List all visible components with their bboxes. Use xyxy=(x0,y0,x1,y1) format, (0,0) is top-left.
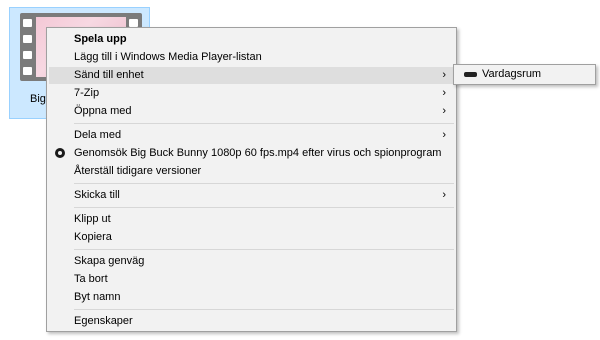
menu-item-create-shortcut[interactable]: Skapa genväg xyxy=(49,253,454,270)
menu-item-delete[interactable]: Ta bort xyxy=(49,271,454,288)
chevron-right-icon: › xyxy=(442,189,446,201)
menu-item-label: Genomsök Big Buck Bunny 1080p 60 fps.mp4… xyxy=(74,147,442,159)
menu-item-label: Byt namn xyxy=(74,291,121,303)
menu-item-properties[interactable]: Egenskaper xyxy=(49,313,454,330)
menu-separator xyxy=(74,207,454,208)
menu-item-label: Dela med xyxy=(74,129,122,141)
menu-item-rename[interactable]: Byt namn xyxy=(49,289,454,306)
menu-item-label: Kopiera xyxy=(74,231,112,243)
menu-separator xyxy=(74,249,454,250)
menu-item-share-with[interactable]: Dela med › xyxy=(49,127,454,144)
submenu-item-device[interactable]: Vardagsrum xyxy=(456,66,593,83)
menu-item-label: Öppna med xyxy=(74,105,132,117)
menu-item-label: 7-Zip xyxy=(74,87,100,99)
menu-item-play[interactable]: Spela upp xyxy=(49,31,454,48)
context-menu: Spela upp Lägg till i Windows Media Play… xyxy=(46,27,457,332)
menu-separator xyxy=(74,123,454,124)
cast-device-submenu: Vardagsrum xyxy=(453,64,596,85)
menu-item-label: Återställ tidigare versioner xyxy=(74,165,202,177)
menu-item-cast-to-device[interactable]: Sänd till enhet › xyxy=(49,67,454,84)
chevron-right-icon: › xyxy=(442,105,446,117)
menu-item-restore-versions[interactable]: Återställ tidigare versioner xyxy=(49,163,454,180)
menu-item-add-to-wmp-list[interactable]: Lägg till i Windows Media Player-listan xyxy=(49,49,454,66)
menu-item-label: Klipp ut xyxy=(74,213,111,225)
menu-item-scan-virus[interactable]: Genomsök Big Buck Bunny 1080p 60 fps.mp4… xyxy=(49,145,454,162)
menu-separator xyxy=(74,183,454,184)
chevron-right-icon: › xyxy=(442,87,446,99)
file-name-label: Big xyxy=(30,93,46,105)
menu-item-label: Skapa genväg xyxy=(74,255,145,267)
menu-item-7zip[interactable]: 7-Zip › xyxy=(49,85,454,102)
menu-item-label: Spela upp xyxy=(74,33,127,45)
menu-item-label: Sänd till enhet xyxy=(74,69,144,81)
menu-item-label: Lägg till i Windows Media Player-listan xyxy=(74,51,262,63)
menu-item-label: Skicka till xyxy=(74,189,120,201)
device-icon xyxy=(464,72,477,77)
menu-item-label: Ta bort xyxy=(74,273,108,285)
chevron-right-icon: › xyxy=(442,129,446,141)
submenu-item-label: Vardagsrum xyxy=(482,68,542,80)
menu-item-cut[interactable]: Klipp ut xyxy=(49,211,454,228)
menu-item-open-with[interactable]: Öppna med › xyxy=(49,103,454,120)
antivirus-icon xyxy=(55,148,65,158)
menu-separator xyxy=(74,309,454,310)
menu-item-copy[interactable]: Kopiera xyxy=(49,229,454,246)
chevron-right-icon: › xyxy=(442,69,446,81)
menu-item-label: Egenskaper xyxy=(74,315,133,327)
menu-item-send-to[interactable]: Skicka till › xyxy=(49,187,454,204)
filmstrip-left xyxy=(23,19,33,75)
